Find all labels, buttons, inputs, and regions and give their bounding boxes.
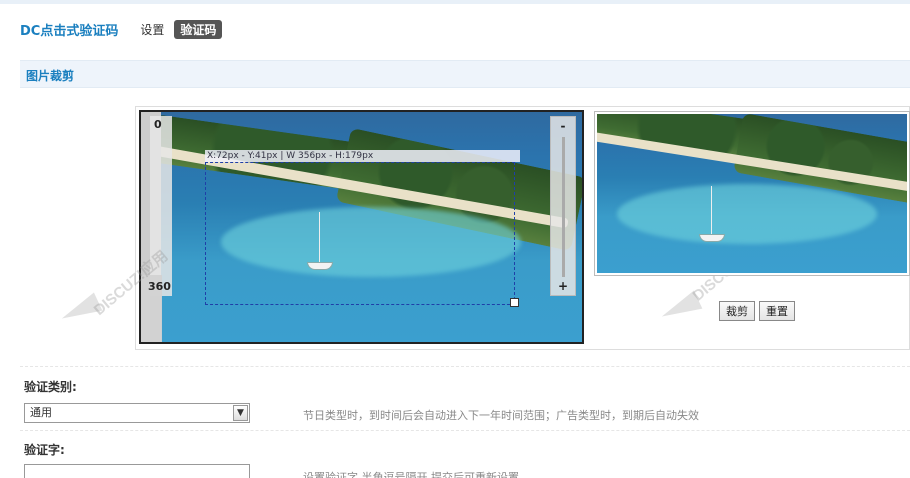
type-select-value: 通用: [30, 406, 52, 419]
chevron-down-icon[interactable]: ▼: [233, 405, 248, 421]
type-label: 验证类别:: [24, 380, 77, 394]
rotation-min-label: 0: [154, 118, 162, 131]
crop-button[interactable]: 裁剪: [719, 301, 755, 321]
zoom-in-button[interactable]: +: [551, 279, 575, 293]
divider: [20, 366, 910, 367]
crop-preview: [594, 111, 910, 276]
crop-dimensions-readout: X:72px - Y:41px | W 356px - H:179px: [205, 150, 520, 162]
zoom-out-button[interactable]: -: [551, 119, 575, 133]
top-border: [0, 0, 910, 4]
rotation-max-label: 360: [148, 280, 171, 293]
app-title: DC点击式验证码: [20, 23, 119, 39]
type-hint: 节日类型时，到时间后会自动进入下一年时间范围；广告类型时，到期后自动失效: [303, 409, 699, 422]
crop-resize-handle[interactable]: [510, 298, 519, 307]
section-title: 图片裁剪: [26, 69, 75, 83]
word-label: 验证字:: [24, 443, 65, 457]
zoom-track[interactable]: [562, 137, 565, 277]
tab-settings[interactable]: 设置: [140, 21, 164, 38]
reset-button[interactable]: 重置: [759, 301, 795, 321]
tab-captcha[interactable]: 验证码: [174, 19, 223, 39]
page-header: DC点击式验证码 设置 验证码: [20, 18, 223, 40]
word-input[interactable]: [24, 464, 250, 478]
type-select[interactable]: 通用 ▼: [24, 403, 250, 423]
crop-selection-box[interactable]: [205, 162, 515, 305]
word-hint: 设置验证字,半角逗号隔开,提交后可重新设置: [303, 471, 519, 478]
section-header: 图片裁剪: [20, 60, 910, 88]
preview-photo: [597, 114, 907, 273]
zoom-slider[interactable]: - +: [550, 116, 576, 296]
divider: [20, 430, 910, 431]
